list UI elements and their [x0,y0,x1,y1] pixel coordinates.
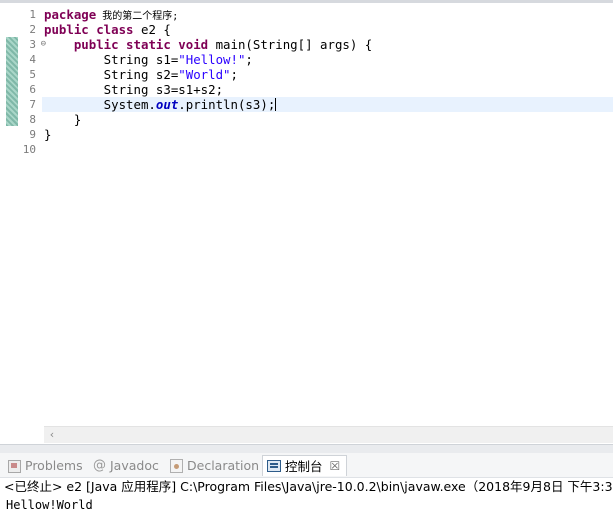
code-line-1[interactable]: package 我的第二个程序; [44,7,613,22]
editor-top-border [0,0,613,3]
console-output[interactable]: Hellow!World [0,495,613,530]
close-icon[interactable]: ☒ [330,456,341,477]
code-line-4[interactable]: String s1="Hellow!"; [44,52,613,67]
tab-declaration[interactable]: Declaration [170,455,259,476]
code-editor[interactable]: 1 2 3 ⊖ 4 5 6 7 8 9 10 package 我的第二个程序; p… [0,0,613,444]
line-number-3: 3 ⊖ [18,37,46,52]
code-line-10[interactable] [44,142,613,157]
class-decl: e2 { [133,22,171,37]
keyword: package [44,7,97,22]
tab-label: Declaration [187,458,260,473]
line-number: 2 [29,23,36,36]
code-text: ; [245,52,253,67]
line-number: 6 [29,83,36,96]
code-text: ; [230,67,238,82]
text-caret [275,98,277,111]
code-line-5[interactable]: String s2="World"; [44,67,613,82]
line-number: 9 [29,128,36,141]
panel-tab-bar: Problems @ Javadoc Declaration 控制台 ☒ [0,453,613,477]
panel-sash[interactable] [0,444,613,453]
tab-console[interactable]: 控制台 ☒ [262,455,348,477]
method-signature: main(String[] args) { [208,37,373,52]
line-number: 4 [29,53,36,66]
code-line-3[interactable]: public static void main(String[] args) { [44,37,613,52]
problems-icon [7,459,21,473]
tab-javadoc[interactable]: @ Javadoc [93,455,159,476]
scroll-left-icon[interactable]: ‹ [46,427,58,444]
code-text: .println(s3); [178,97,276,112]
code-text: String s2= [44,67,179,82]
code-line-7-current[interactable]: System.out.println(s3); [42,97,613,112]
declaration-icon [170,458,183,473]
string-literal: "World" [178,67,231,82]
line-number: 8 [29,113,36,126]
change-ruler [6,37,18,126]
tab-label: 控制台 [285,458,323,474]
static-field: out [155,97,179,112]
keyword: public static void [73,37,209,52]
tab-problems[interactable]: Problems [7,455,83,476]
code-text: String s1= [44,52,179,67]
line-number: 1 [29,8,36,21]
code-line-6[interactable]: String s3=s1+s2; [44,82,613,97]
console-status-header: <已终止> e2 [Java 应用程序] C:\Program Files\Ja… [0,477,613,495]
line-number: 7 [29,98,36,111]
code-line-9[interactable]: } [44,127,613,142]
code-line-8[interactable]: } [44,112,613,127]
tab-label: Problems [25,458,83,473]
line-number: 3 [29,38,36,51]
code-area[interactable]: package 我的第二个程序; public class e2 { publi… [42,7,613,157]
code-text: System. [44,97,156,112]
tab-label: Javadoc [110,458,159,473]
package-name: 我的第二个程序; [96,11,179,22]
code-line-2[interactable]: public class e2 { [44,22,613,37]
line-number: 5 [29,68,36,81]
javadoc-at-icon: @ [93,458,106,473]
line-number: 10 [22,143,36,156]
horizontal-scrollbar[interactable]: ‹ [44,426,613,443]
console-icon [267,460,281,472]
console-output-line: Hellow!World [6,498,93,512]
string-literal: "Hellow!" [178,52,246,67]
line-number-gutter: 1 2 3 ⊖ 4 5 6 7 8 9 10 [18,7,46,157]
keyword: public class [44,22,134,37]
